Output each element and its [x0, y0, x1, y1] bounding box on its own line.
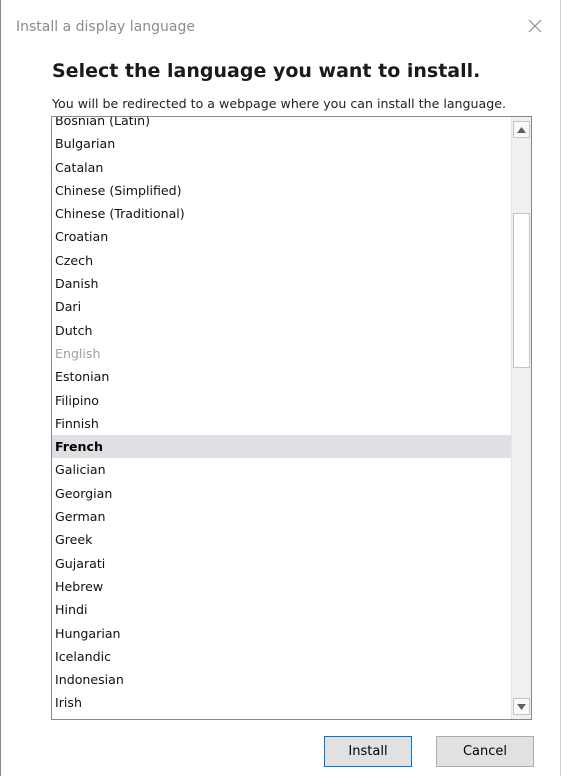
page-heading: Select the language you want to install. — [52, 60, 481, 82]
list-item[interactable]: Greek — [52, 528, 511, 551]
scroll-up-button[interactable] — [513, 121, 530, 138]
list-item[interactable]: Irish — [52, 691, 511, 714]
list-item: English — [55, 345, 101, 361]
list-item[interactable]: German — [52, 505, 511, 528]
list-item[interactable]: Estonian — [52, 365, 511, 388]
language-listbox[interactable]: Bosnian (Latin) Bulgarian Catalan Chinese (… — [51, 116, 532, 720]
list-item[interactable]: Croatian — [52, 225, 511, 248]
list-item[interactable]: Bulgarian — [52, 132, 511, 155]
list-item[interactable]: Catalan — [52, 156, 511, 179]
list-item[interactable]: Galician — [52, 458, 511, 481]
list-item[interactable]: Gujarati — [52, 552, 511, 575]
scroll-down-button[interactable] — [513, 698, 530, 715]
list-item[interactable]: Icelandic — [52, 645, 511, 668]
install-language-dialog: Install a display language Select the la… — [0, 0, 561, 776]
list-item[interactable]: Finnish — [52, 412, 511, 435]
list-item[interactable]: Indonesian — [52, 668, 511, 691]
close-icon[interactable] — [522, 13, 548, 39]
scrollbar-thumb[interactable] — [513, 213, 530, 368]
title-bar: Install a display language — [1, 0, 560, 40]
language-list: Bosnian (Latin) Bulgarian Catalan Chinese (… — [52, 117, 511, 715]
list-item[interactable]: Czech — [52, 249, 511, 272]
list-item[interactable]: Filipino — [52, 389, 511, 412]
install-button[interactable]: Install — [324, 736, 412, 767]
list-item[interactable]: Bosnian (Latin) — [52, 117, 511, 132]
list-item[interactable]: Georgian — [52, 482, 511, 505]
vertical-scrollbar[interactable] — [511, 117, 531, 719]
list-item[interactable]: Dutch — [52, 319, 511, 342]
close-icon-glyph — [528, 19, 542, 33]
list-item[interactable]: Hungarian — [52, 622, 511, 645]
list-item[interactable]: Dari — [52, 295, 511, 318]
page-subtitle: You will be redirected to a webpage wher… — [52, 96, 506, 111]
list-item[interactable]: French — [52, 435, 511, 459]
triangle-down-icon — [517, 703, 526, 710]
list-item[interactable]: Danish — [52, 272, 511, 295]
cancel-button[interactable]: Cancel — [436, 736, 534, 767]
list-item[interactable]: Chinese (Traditional) — [52, 202, 511, 225]
window-title: Install a display language — [16, 19, 195, 35]
list-item[interactable]: Chinese (Simplified) — [52, 179, 511, 202]
list-item[interactable]: Hebrew — [52, 575, 511, 598]
list-item[interactable]: Hindi — [52, 598, 511, 621]
triangle-up-icon — [517, 126, 526, 133]
